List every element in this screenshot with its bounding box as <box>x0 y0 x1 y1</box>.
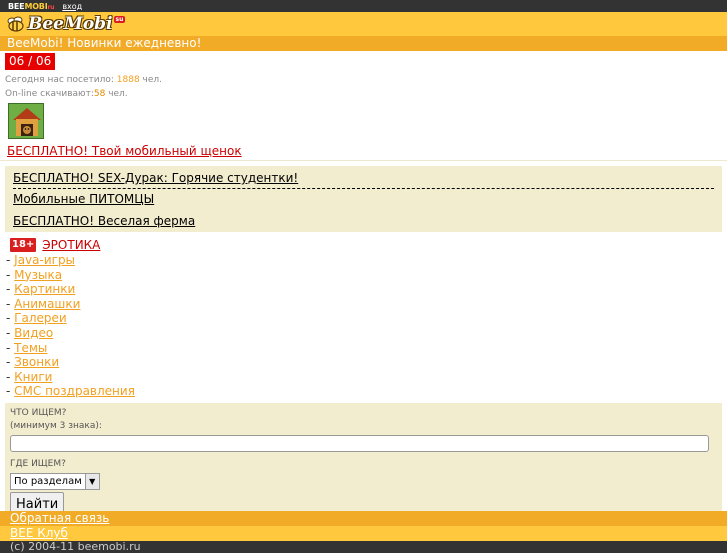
chevron-down-icon[interactable]: ▼ <box>84 473 99 489</box>
category-item: - Картинки <box>6 282 76 297</box>
date-badge: 06 / 06 <box>5 53 56 70</box>
category-item: - СМС поздравления <box>6 384 135 399</box>
age-18-badge: 18+ <box>10 237 37 252</box>
category-link-music[interactable]: Музыка <box>14 268 62 282</box>
category-item: - Музыка <box>6 267 63 282</box>
visitors-count: 1888 <box>116 75 140 85</box>
visitors-label: Сегодня нас посетило: <box>5 75 117 85</box>
visitors-suffix: чел. <box>139 75 163 85</box>
category-link-sms[interactable]: СМС поздравления <box>14 384 135 398</box>
search-what-label: ЧТО ИЩЕМ? <box>10 407 67 418</box>
promo-row: БЕСПЛАТНО! SEX-Дурак: Горячие студентки! <box>13 168 714 189</box>
search-form: ЧТО ИЩЕМ? (минимум 3 знака): ГДЕ ИЩЕМ? П… <box>5 402 722 518</box>
category-link-themes[interactable]: Темы <box>14 341 47 355</box>
puppy-doghouse-image[interactable] <box>8 103 44 139</box>
search-min-label: (минимум 3 знака): <box>10 420 102 431</box>
search-input[interactable] <box>10 434 709 452</box>
category-list: - Java-игры - Музыка - Картинки - Анимаш… <box>0 253 727 399</box>
category-item: - Java-игры <box>6 253 76 267</box>
bee-logo-icon[interactable] <box>6 15 26 33</box>
promo-row: Мобильные ПИТОМЦЫ <box>13 189 714 209</box>
category-link-pictures[interactable]: Картинки <box>14 282 75 296</box>
category-item: - Книги <box>6 369 53 384</box>
online-suffix: чел. <box>105 89 128 99</box>
puppy-promo-link[interactable]: БЕСПЛАТНО! Твой мобильный щенок <box>0 143 727 161</box>
visitors-stat: Сегодня нас посетило: 1888 чел. <box>0 73 727 87</box>
header: BeeMobi su <box>0 12 727 36</box>
erotic-link[interactable]: ЭРОТИКА <box>42 238 100 252</box>
top-bar: BEEMOBIru вход <box>0 0 727 12</box>
promo-link[interactable]: Мобильные ПИТОМЦЫ <box>13 192 154 206</box>
logo-text[interactable]: BeeMobi <box>28 15 113 33</box>
promo-link[interactable]: БЕСПЛАТНО! SEX-Дурак: Горячие студентки! <box>13 171 298 185</box>
erotic-section: 18+ ЭРОТИКА <box>0 236 727 253</box>
login-link[interactable]: вход <box>62 2 82 11</box>
search-where-label: ГДЕ ИЩЕМ? <box>10 458 66 469</box>
feedback-link[interactable]: Обратная связь <box>0 510 727 526</box>
online-count: 58 <box>93 89 106 99</box>
category-link-books[interactable]: Книги <box>14 370 52 384</box>
category-item: - Видео <box>6 325 54 340</box>
topbar-brand-ru: ru <box>47 3 55 11</box>
online-label: On-line скачивают: <box>5 89 94 99</box>
topbar-brand-mobi: MOBI <box>24 1 48 11</box>
category-link-ringtones[interactable]: Звонки <box>14 355 59 369</box>
topbar-brand-bee: BEE <box>8 1 25 11</box>
category-item: - Галереи <box>6 311 67 326</box>
topbar-brand[interactable]: BEEMOBIru <box>8 1 55 11</box>
logo-badge: su <box>113 16 126 23</box>
promo-row: БЕСПЛАТНО! Веселая ферма <box>13 211 714 231</box>
search-scope-value: По разделам <box>14 475 82 487</box>
category-link-galleries[interactable]: Галереи <box>14 311 67 325</box>
category-link-video[interactable]: Видео <box>14 326 53 340</box>
promo-link[interactable]: БЕСПЛАТНО! Веселая ферма <box>13 214 195 228</box>
category-link-animations[interactable]: Анимашки <box>14 297 80 311</box>
bee-club-link[interactable]: BEE Клуб <box>0 525 727 541</box>
category-item: - Темы <box>6 340 48 355</box>
category-item: - Анимашки <box>6 296 81 311</box>
category-item: - Звонки <box>6 355 60 370</box>
copyright: (c) 2004-11 beemobi.ru <box>0 540 727 553</box>
category-link-java[interactable]: Java-игры <box>14 253 75 267</box>
promo-box: БЕСПЛАТНО! SEX-Дурак: Горячие студентки!… <box>5 166 722 232</box>
online-stat: On-line скачивают:58 чел. <box>0 87 727 101</box>
search-scope-select[interactable]: По разделам ▼ <box>10 472 100 490</box>
tagline: BeeMobi! Новинки ежедневно! <box>0 36 727 51</box>
